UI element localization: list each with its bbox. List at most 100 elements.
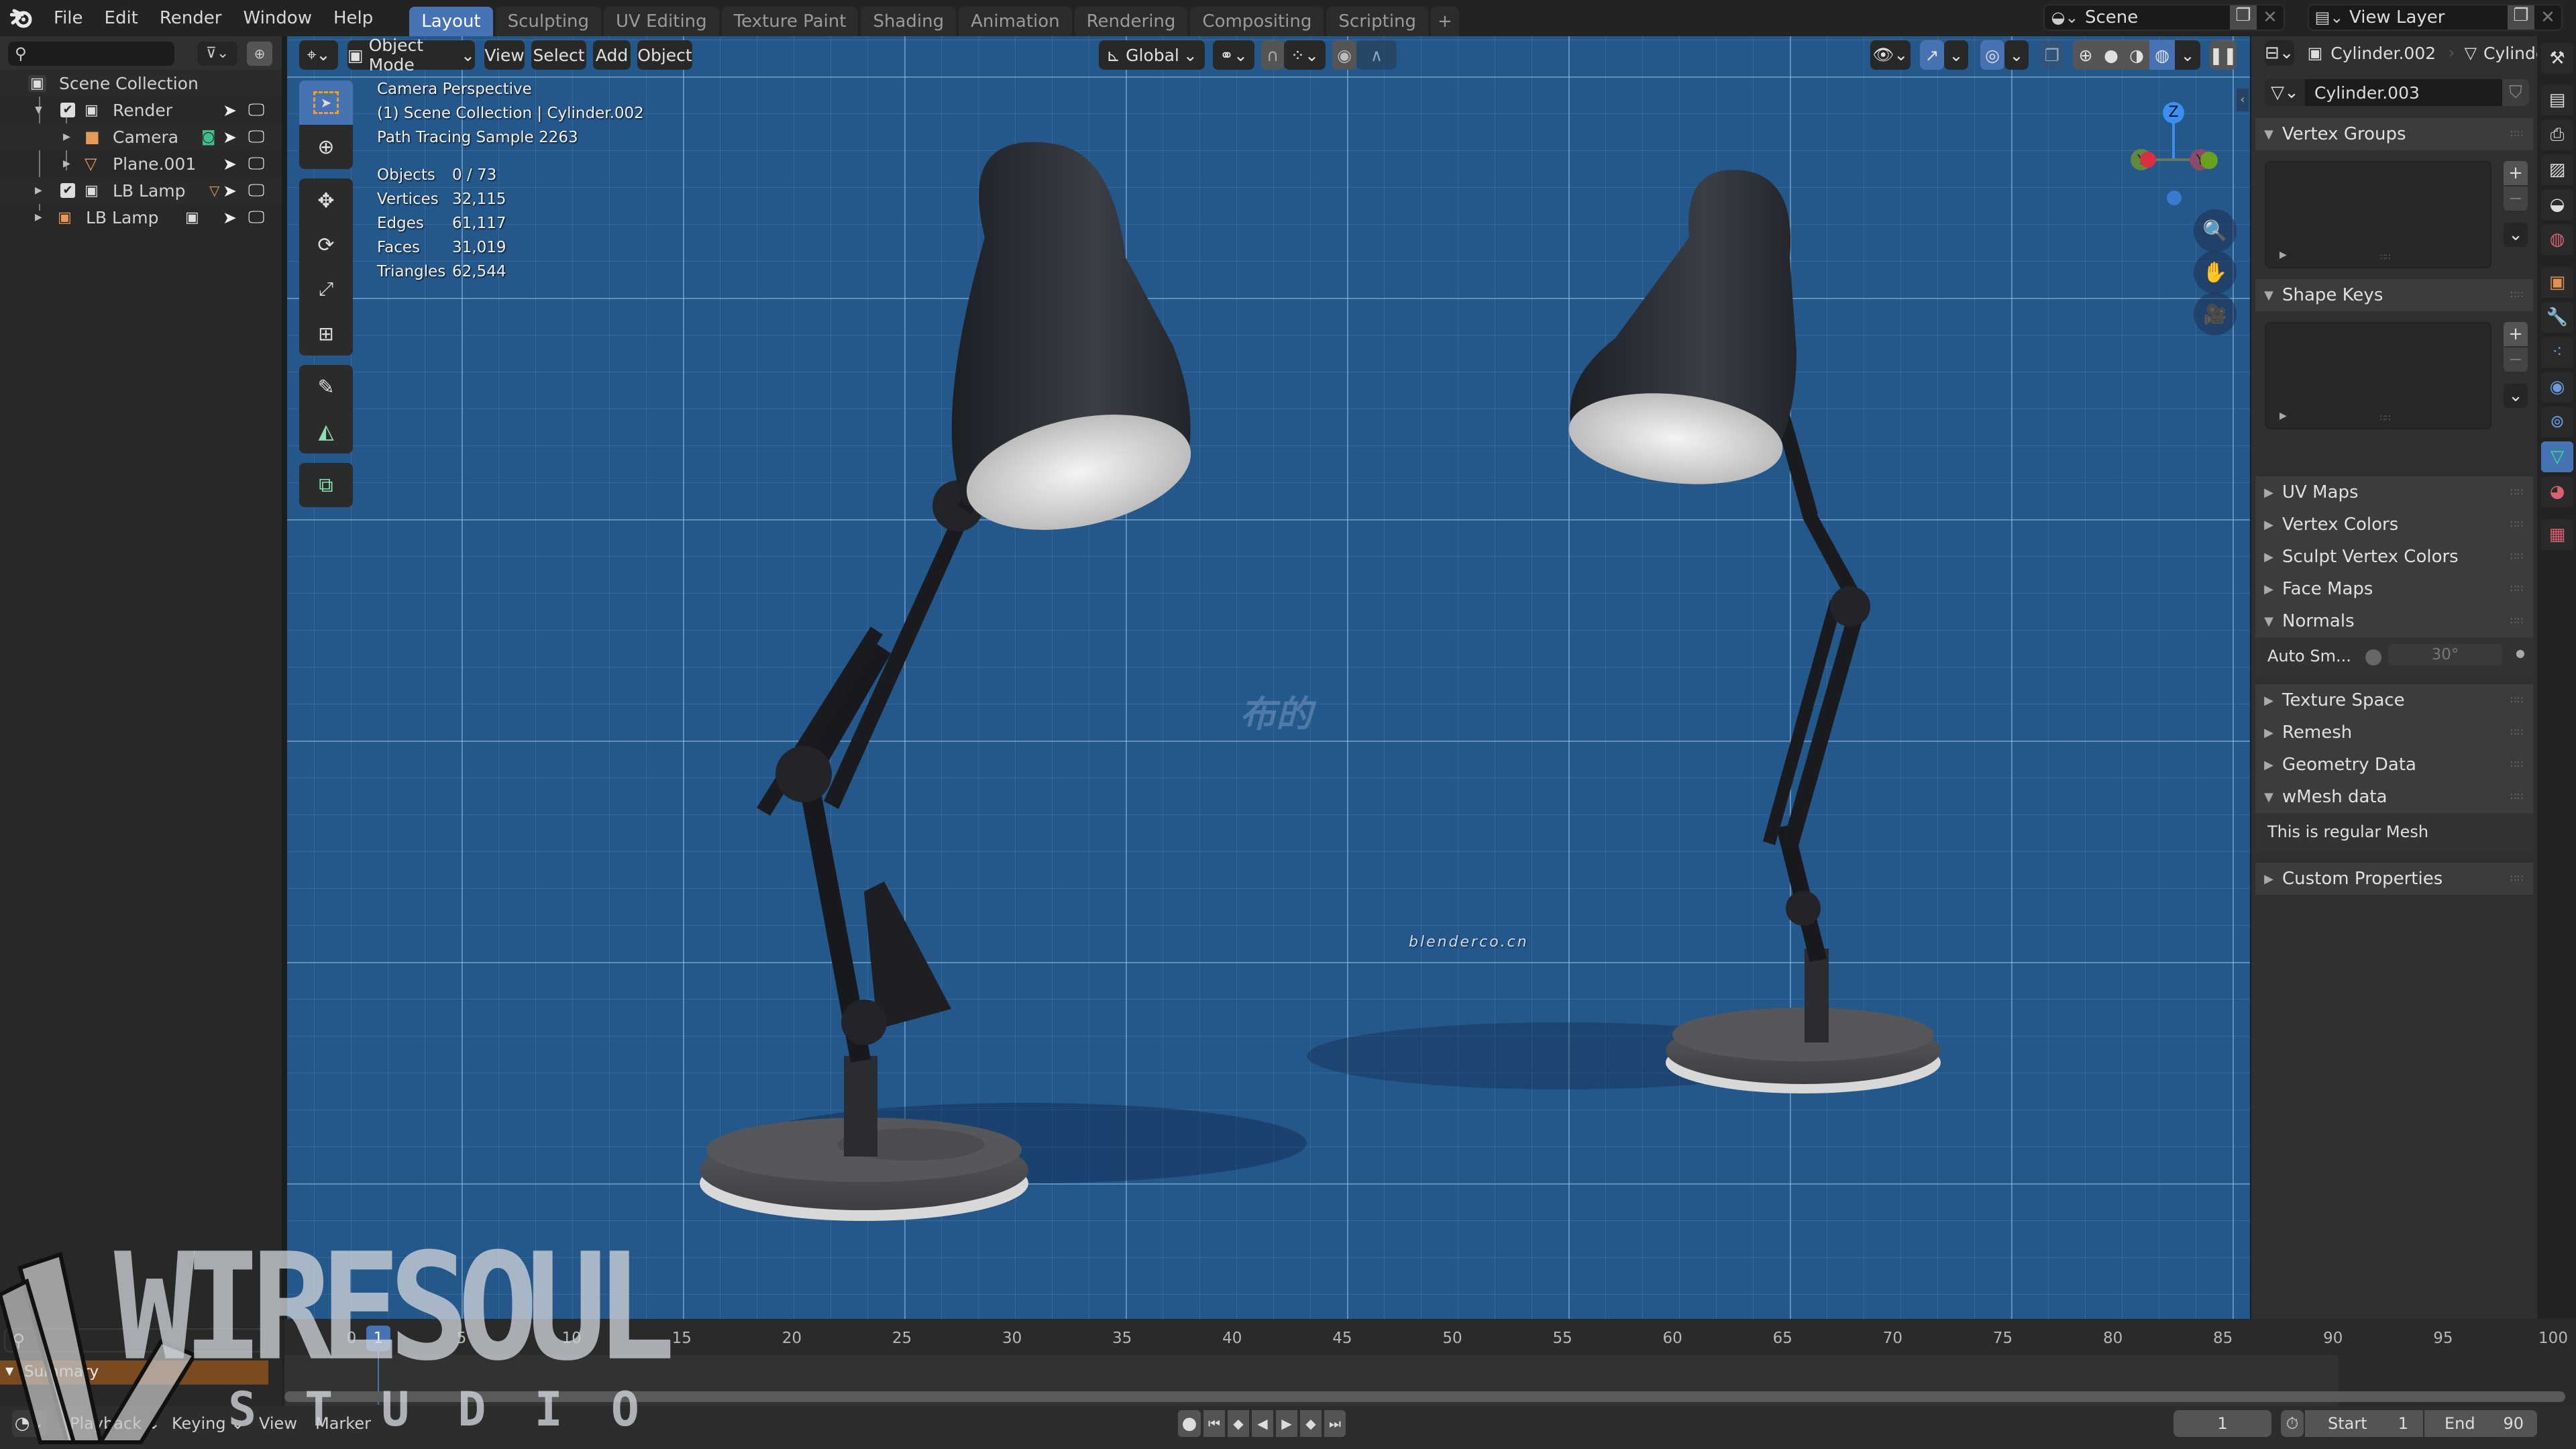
- drag-handle-icon[interactable]: ∷∷: [2510, 487, 2524, 498]
- shape-keys-list[interactable]: ▶ ∷∷: [2265, 322, 2491, 429]
- tab-rendering[interactable]: Rendering: [1074, 7, 1188, 36]
- tab-view-layer[interactable]: ▨: [2541, 154, 2573, 185]
- mesh-browse-icon[interactable]: ▽⌄: [2265, 79, 2305, 106]
- remove-vertex-group-button[interactable]: −: [2504, 186, 2528, 211]
- tab-constraints[interactable]: ⊚: [2541, 407, 2573, 437]
- tab-scripting[interactable]: Scripting: [1326, 7, 1429, 36]
- start-frame-field[interactable]: Start 1: [2305, 1410, 2423, 1437]
- monitor-icon[interactable]: 🖵: [248, 100, 264, 120]
- filter-button[interactable]: ⊽⌄: [197, 42, 237, 66]
- keyframe-dot-icon[interactable]: ●: [2516, 647, 2525, 659]
- fake-user-shield-icon[interactable]: ⛉: [2502, 79, 2529, 106]
- monitor-icon[interactable]: 🖵: [248, 207, 264, 227]
- tab-render[interactable]: ▤: [2541, 85, 2573, 115]
- drag-handle-icon[interactable]: ∷∷: [2510, 695, 2524, 706]
- tab-tool[interactable]: ⚒: [2541, 43, 2573, 74]
- menu-edit[interactable]: Edit: [94, 0, 149, 36]
- panel-geometry-data[interactable]: ▶ Geometry Data ∷∷: [2255, 749, 2533, 781]
- expand-arrow-icon[interactable]: ▼: [35, 105, 42, 115]
- add-vertex-group-button[interactable]: +: [2504, 161, 2528, 185]
- outliner-search-input[interactable]: ⚲: [8, 42, 174, 66]
- drag-handle-icon[interactable]: ∷∷: [2510, 290, 2524, 301]
- view-layer-selector[interactable]: ▤⌄ View Layer ❐ ✕: [2308, 4, 2563, 31]
- menu-keying[interactable]: Keying ⌄: [172, 1414, 244, 1433]
- outliner-item-lb-lamp-instance[interactable]: ▶ ▣ LB Lamp ▣ ➤ 🖵: [0, 204, 282, 231]
- jump-start-button[interactable]: ⏮: [1203, 1410, 1225, 1437]
- outliner-item-render[interactable]: ▼ ✔ ▣ Render ➤ 🖵: [0, 97, 282, 123]
- drag-handle-icon[interactable]: ∷∷: [2510, 519, 2524, 530]
- remove-scene-icon[interactable]: ✕: [2257, 7, 2284, 28]
- auto-smooth-angle-field[interactable]: 30°: [2388, 644, 2502, 665]
- summary-channel[interactable]: ▼ Summary: [0, 1360, 268, 1385]
- tab-world[interactable]: ◍: [2541, 224, 2573, 255]
- drag-handle-icon[interactable]: ∷∷: [2510, 129, 2524, 140]
- expand-filter-icon[interactable]: ▶: [2279, 411, 2287, 421]
- prev-keyframe-button[interactable]: ◆: [1228, 1410, 1249, 1437]
- mesh-datablock-selector[interactable]: ▽⌄ Cylinder.003 ⛉: [2265, 79, 2529, 106]
- expand-arrow-icon[interactable]: ▶: [35, 185, 42, 196]
- tab-texture-paint[interactable]: Texture Paint: [721, 7, 859, 36]
- jump-end-button[interactable]: ⏭: [1324, 1410, 1346, 1437]
- timeline-search-input[interactable]: ⚲: [4, 1328, 266, 1352]
- timeline-scrollbar[interactable]: [284, 1391, 2565, 1402]
- outliner-item-scene-collection[interactable]: ▣ Scene Collection: [0, 70, 282, 97]
- drag-handle-icon[interactable]: ∷∷: [2510, 727, 2524, 738]
- selectable-arrow-icon[interactable]: ➤: [223, 127, 237, 147]
- menu-render[interactable]: Render: [149, 0, 233, 36]
- panel-custom-properties[interactable]: ▶ Custom Properties ∷∷: [2255, 863, 2533, 895]
- tab-modifiers[interactable]: 🔧: [2541, 302, 2573, 333]
- monitor-icon[interactable]: 🖵: [248, 154, 264, 174]
- menu-playback[interactable]: Playback ⌄: [70, 1414, 160, 1433]
- menu-marker[interactable]: Marker: [315, 1414, 371, 1433]
- expand-arrow-icon[interactable]: ▶: [63, 131, 70, 142]
- play-reverse-button[interactable]: ◀: [1252, 1410, 1273, 1437]
- panel-vertex-colors[interactable]: ▶ Vertex Colors ∷∷: [2255, 508, 2533, 541]
- monitor-icon[interactable]: 🖵: [248, 180, 264, 201]
- selectable-arrow-icon[interactable]: ➤: [223, 181, 237, 201]
- record-button[interactable]: ●: [1178, 1410, 1201, 1437]
- drag-handle-icon[interactable]: ∷∷: [2510, 792, 2524, 802]
- panel-face-maps[interactable]: ▶ Face Maps ∷∷: [2255, 573, 2533, 605]
- include-checkbox[interactable]: ✔: [60, 183, 75, 198]
- breadcrumb-object[interactable]: Cylinder.002: [2330, 44, 2436, 63]
- tab-material[interactable]: ◕: [2541, 476, 2573, 507]
- drag-handle-icon[interactable]: ∷∷: [2510, 873, 2524, 884]
- expand-arrow-icon[interactable]: ▶: [35, 212, 42, 223]
- scene-selector[interactable]: ◒⌄ Scene ❐ ✕: [2043, 4, 2285, 31]
- copy-scene-icon[interactable]: ❐: [2230, 5, 2257, 30]
- tab-object[interactable]: ▣: [2541, 267, 2573, 298]
- panel-vertex-groups[interactable]: ▼ Vertex Groups ∷∷: [2255, 118, 2533, 150]
- remove-view-layer-icon[interactable]: ✕: [2534, 7, 2561, 28]
- menu-help[interactable]: Help: [323, 0, 384, 36]
- end-frame-field[interactable]: End 90: [2424, 1410, 2537, 1437]
- drag-handle-icon[interactable]: ∷∷: [2510, 551, 2524, 562]
- selectable-arrow-icon[interactable]: ➤: [223, 154, 237, 174]
- panel-texture-space[interactable]: ▶ Texture Space ∷∷: [2255, 684, 2533, 716]
- playhead[interactable]: 1: [366, 1326, 390, 1351]
- selectable-arrow-icon[interactable]: ➤: [223, 208, 237, 227]
- panel-sculpt-vertex-colors[interactable]: ▶ Sculpt Vertex Colors ∷∷: [2255, 541, 2533, 573]
- editor-type-button[interactable]: ◔⌄: [12, 1410, 47, 1437]
- panel-wmesh-data[interactable]: ▼ wMesh data ∷∷: [2255, 781, 2533, 813]
- tab-texture[interactable]: ▦: [2541, 519, 2573, 550]
- use-preview-range-toggle[interactable]: ⏱: [2281, 1410, 2304, 1437]
- drag-handle-icon[interactable]: ∷∷: [2510, 584, 2524, 594]
- tab-physics[interactable]: ◉: [2541, 372, 2573, 402]
- tab-compositing[interactable]: Compositing: [1190, 7, 1324, 36]
- blender-logo-icon[interactable]: [0, 0, 43, 36]
- camera-data-icon[interactable]: ◙: [201, 129, 215, 146]
- tab-data[interactable]: ▽: [2541, 441, 2573, 472]
- next-keyframe-button[interactable]: ◆: [1300, 1410, 1322, 1437]
- vertex-group-specials-dropdown[interactable]: ⌄: [2504, 223, 2528, 247]
- monitor-icon[interactable]: 🖵: [248, 127, 264, 147]
- tab-particles[interactable]: ⁖: [2541, 337, 2573, 368]
- expand-filter-icon[interactable]: ▶: [2279, 250, 2287, 260]
- shape-key-specials-dropdown[interactable]: ⌄: [2504, 384, 2528, 408]
- outliner-item-camera[interactable]: ▶ ■ Camera ◙ ➤ 🖵: [0, 123, 282, 150]
- tab-animation[interactable]: Animation: [959, 7, 1072, 36]
- mesh-data-icon[interactable]: ▽: [209, 182, 219, 199]
- panel-remesh[interactable]: ▶ Remesh ∷∷: [2255, 716, 2533, 749]
- tab-uv-editing[interactable]: UV Editing: [604, 7, 719, 36]
- add-shape-key-button[interactable]: +: [2504, 322, 2528, 346]
- editor-type-button[interactable]: ⊟⌄: [2265, 40, 2294, 66]
